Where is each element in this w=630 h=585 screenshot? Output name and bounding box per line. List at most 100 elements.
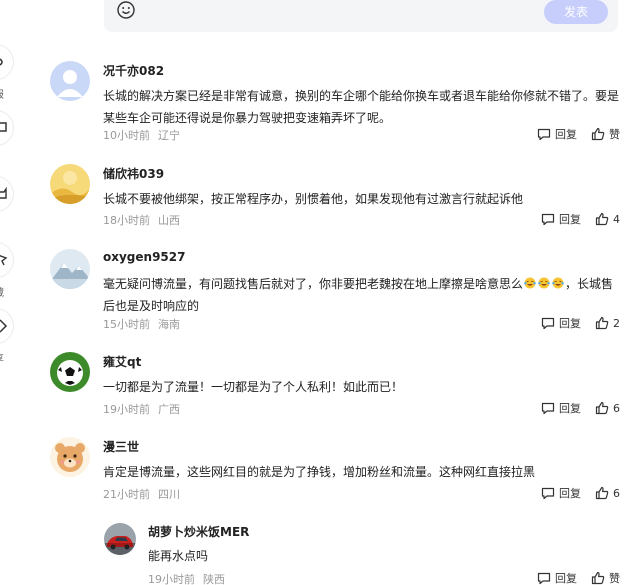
like-count: 赞 (609, 128, 620, 141)
reply-button[interactable]: 回复 (537, 570, 577, 585)
rail-label: 报 (0, 86, 4, 101)
thumb-up-icon (595, 401, 609, 415)
like-count: 赞 (609, 572, 620, 585)
reply-bubble-icon (537, 128, 551, 140)
comment-time: 10小时前 (103, 129, 150, 142)
comment-location: 山西 (158, 214, 180, 227)
rail-item-share[interactable]: 享 (0, 302, 18, 368)
speaker-icon (0, 58, 3, 66)
comment-actions: 回复 6 (541, 485, 620, 501)
reply-label: 回复 (555, 128, 577, 141)
rail-button[interactable] (0, 176, 14, 212)
comment-text: 一切都是为了流量！一切都是为了个人私利！如此而已！ (103, 380, 404, 394)
comment-item: 储欣祎039 长城不要被他绑架，按正常程序办，别惯着他，如果发现他有过激言行就起… (50, 164, 620, 229)
reply-item: 胡萝卜炒米饭MER 能再水点吗 19小时前 陕西 回复 赞 (104, 523, 620, 585)
comment-time: 18小时前 (103, 214, 150, 227)
reply-text: 能再水点吗 (148, 549, 209, 563)
comment-actions: 回复 6 (541, 400, 620, 416)
comment-composer[interactable]: 发表 (104, 0, 618, 32)
reply-bubble-icon (537, 572, 551, 584)
like-button[interactable]: 4 (595, 212, 620, 226)
left-action-rail: 报 藏 享 (0, 38, 18, 368)
comment-item: 漫三世 肯定是博流量，这些网红目的就是为了挣钱，增加粉丝和流量。这种网红直接拉黑… (50, 437, 620, 502)
like-button[interactable]: 6 (595, 401, 620, 415)
thumb-up-icon (595, 486, 609, 500)
thumb-up-icon (0, 187, 7, 199)
star-icon (0, 255, 8, 266)
comment-item: 雍艾qt 一切都是为了流量！一切都是为了个人私利！如此而已！ 19小时前 广西 回… (50, 352, 620, 417)
comment-meta: 18小时前 山西 (103, 212, 180, 228)
comment-author[interactable]: 况千亦082 (103, 62, 164, 79)
rail-button[interactable] (0, 44, 14, 80)
reply-author[interactable]: 胡萝卜炒米饭MER (148, 523, 249, 540)
rail-label: 享 (0, 350, 4, 365)
comment-actions: 回复 赞 (537, 126, 620, 142)
reply-actions: 回复 赞 (537, 570, 620, 585)
reply-label: 回复 (559, 487, 581, 500)
thumb-up-icon (595, 316, 609, 330)
thumb-up-icon (595, 212, 609, 226)
comment-meta: 15小时前 海南 (103, 316, 180, 332)
reply-label: 回复 (559, 402, 581, 415)
rail-item-report[interactable]: 报 (0, 38, 18, 104)
bear-avatar[interactable] (50, 437, 90, 477)
reply-meta: 19小时前 陕西 (148, 571, 225, 585)
rail-button[interactable] (0, 242, 14, 278)
comment-author[interactable]: oxygen9527 (103, 250, 185, 264)
comment-text: 长城不要被他绑架，按正常程序办，别惯着他，如果发现他有过激言行就起诉他 (103, 192, 524, 206)
reply-button[interactable]: 回复 (541, 400, 581, 416)
comment-actions: 回复 2 (541, 315, 620, 331)
reply-bubble-icon (541, 402, 555, 414)
like-button[interactable]: 2 (595, 316, 620, 330)
like-button[interactable]: 赞 (591, 126, 620, 142)
red-car-avatar[interactable] (104, 523, 136, 555)
rail-item-favorite[interactable]: 藏 (0, 236, 18, 302)
desert-avatar[interactable] (50, 164, 90, 204)
like-button[interactable]: 赞 (591, 570, 620, 585)
comment-location: 辽宁 (158, 129, 180, 142)
smiley-icon[interactable] (116, 0, 136, 20)
comment-text: 长城的解决方案已经是非常有诚意，换别的车企哪个能给你换车或者退车能给你修就不错了… (103, 89, 620, 125)
reply-button[interactable]: 回复 (541, 485, 581, 501)
rail-item-comment[interactable] (0, 104, 18, 170)
comment-author[interactable]: 储欣祎039 (103, 165, 164, 182)
comment-item: oxygen9527 毫无疑问博流量，有问题找售后就对了，你非要把老魏按在地上摩… (50, 249, 620, 334)
reply-button[interactable]: 回复 (537, 126, 577, 142)
laugh-cry-emoji (524, 277, 536, 289)
snow-mountain-avatar[interactable] (50, 249, 90, 289)
share-arrow-icon (0, 319, 8, 333)
laugh-cry-emoji (552, 277, 564, 289)
comment-bubble-icon (0, 122, 7, 132)
reply-label: 回复 (559, 317, 581, 330)
thumb-up-icon (591, 127, 605, 141)
comment-item: 况千亦082 长城的解决方案已经是非常有诚意，换别的车企哪个能给你换车或者退车能… (50, 61, 620, 146)
comment-location: 广西 (158, 403, 180, 416)
comment-location: 四川 (158, 488, 180, 501)
reply-button[interactable]: 回复 (541, 211, 581, 227)
comment-time: 21小时前 (103, 488, 150, 501)
comment-author[interactable]: 漫三世 (103, 438, 139, 455)
comment-meta: 21小时前 四川 (103, 486, 180, 502)
comments-page: 报 藏 享 (0, 0, 630, 585)
reply-bubble-icon (541, 213, 555, 225)
reply-bubble-icon (541, 487, 555, 499)
like-button[interactable]: 6 (595, 486, 620, 500)
send-button[interactable]: 发表 (544, 0, 608, 24)
reply-label: 回复 (559, 213, 581, 226)
soccer-ball-avatar[interactable] (50, 352, 90, 392)
rail-button[interactable] (0, 308, 14, 344)
comment-text: 肯定是博流量，这些网红目的就是为了挣钱，增加粉丝和流量。这种网红直接拉黑 (103, 465, 536, 479)
reply-location: 陕西 (203, 573, 225, 585)
rail-label: 藏 (0, 284, 4, 299)
rail-item-like[interactable] (0, 170, 18, 236)
reply-label: 回复 (555, 572, 577, 585)
reply-bubble-icon (541, 317, 555, 329)
comment-meta: 10小时前 辽宁 (103, 127, 180, 143)
comment-meta: 19小时前 广西 (103, 401, 180, 417)
comment-actions: 回复 4 (541, 211, 620, 227)
reply-time: 19小时前 (148, 573, 195, 585)
comment-author[interactable]: 雍艾qt (103, 353, 141, 370)
default-avatar-icon[interactable] (50, 61, 90, 101)
reply-button[interactable]: 回复 (541, 315, 581, 331)
rail-button[interactable] (0, 110, 14, 146)
